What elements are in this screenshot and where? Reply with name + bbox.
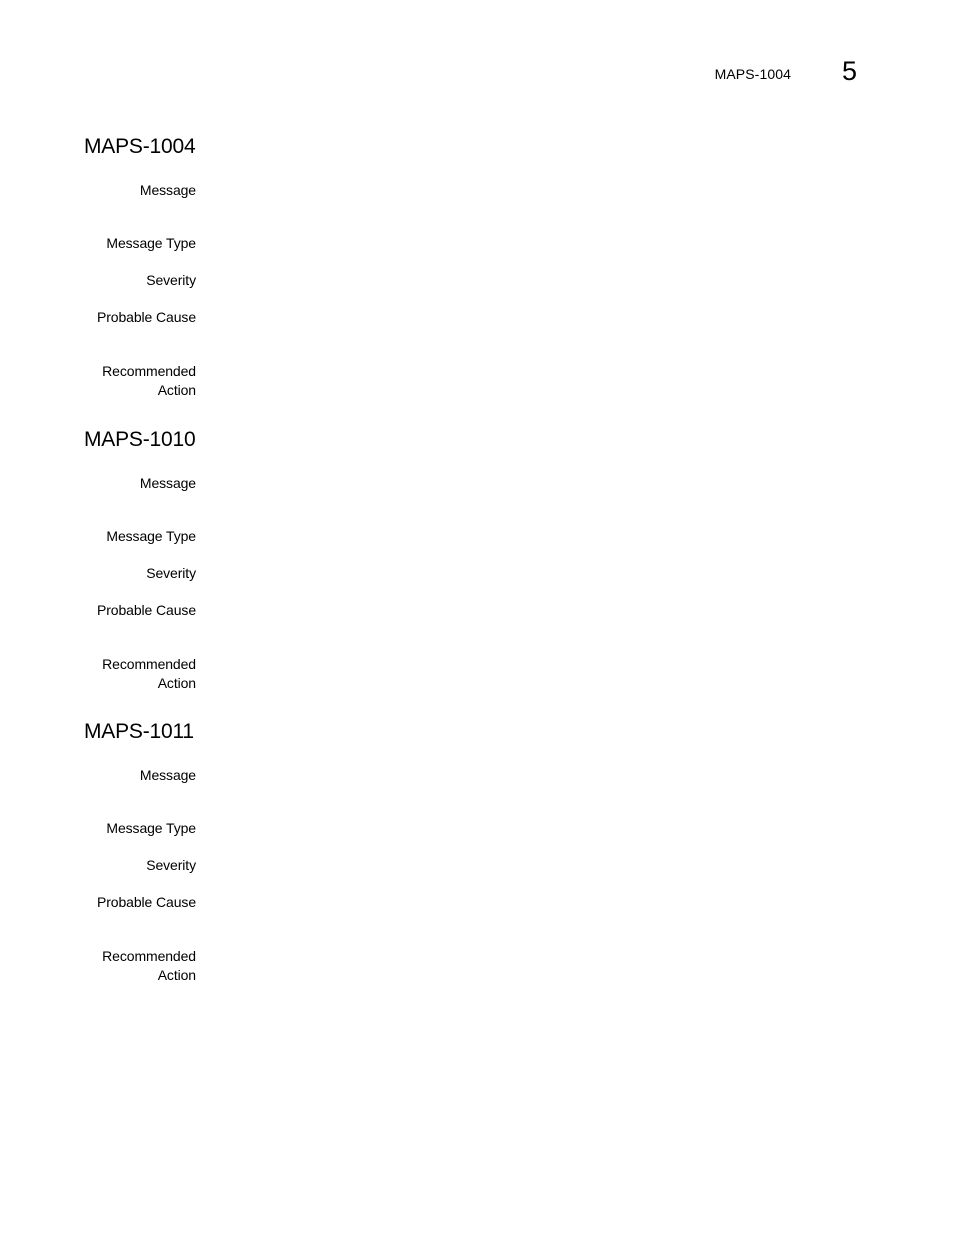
severity-value	[214, 564, 854, 583]
message-label: Message	[139, 182, 196, 198]
message-type-value	[214, 234, 854, 253]
message-label: Message	[139, 767, 196, 783]
recommended-action-label-line1: Recommended	[102, 948, 196, 964]
recommended-action-value	[214, 947, 854, 966]
recommended-action-label: Recommended Action	[84, 655, 196, 693]
recommended-action-label-line2: Action	[157, 967, 196, 983]
message-type-label: Message Type	[106, 528, 196, 544]
recommended-action-label: Recommended Action	[84, 362, 196, 400]
recommended-action-value	[214, 362, 854, 381]
recommended-action-value	[214, 655, 854, 674]
recommended-action-label-line1: Recommended	[102, 363, 196, 379]
message-type-label: Message Type	[106, 820, 196, 836]
message-entry: MAPS-1004 Message Message Type Severity …	[84, 135, 864, 398]
severity-value	[214, 856, 854, 875]
chapter-number: 5	[841, 56, 857, 86]
recommended-action-label-line1: Recommended	[102, 656, 196, 672]
message-type-label: Message Type	[106, 235, 196, 251]
running-header-title: MAPS-1004	[714, 66, 791, 82]
entry-title: MAPS-1010	[84, 428, 196, 451]
severity-value	[214, 271, 854, 290]
severity-label: Severity	[146, 565, 196, 581]
entry-title: MAPS-1004	[84, 135, 196, 158]
message-type-value	[214, 527, 854, 546]
message-value	[214, 766, 854, 785]
entry-title: MAPS-1011	[84, 720, 194, 743]
recommended-action-label-line2: Action	[157, 675, 196, 691]
probable-cause-value	[214, 308, 854, 327]
message-label: Message	[139, 475, 196, 491]
message-type-value	[214, 819, 854, 838]
probable-cause-value	[214, 601, 854, 620]
message-entry: MAPS-1011 Message Message Type Severity …	[84, 720, 864, 983]
recommended-action-label-line2: Action	[157, 382, 196, 398]
message-value	[214, 181, 854, 200]
probable-cause-value	[214, 893, 854, 912]
probable-cause-label: Probable Cause	[97, 309, 196, 325]
severity-label: Severity	[146, 857, 196, 873]
recommended-action-label: Recommended Action	[84, 947, 196, 985]
probable-cause-label: Probable Cause	[97, 602, 196, 618]
message-value	[214, 474, 854, 493]
message-entry: MAPS-1010 Message Message Type Severity …	[84, 428, 864, 691]
severity-label: Severity	[146, 272, 196, 288]
probable-cause-label: Probable Cause	[97, 894, 196, 910]
